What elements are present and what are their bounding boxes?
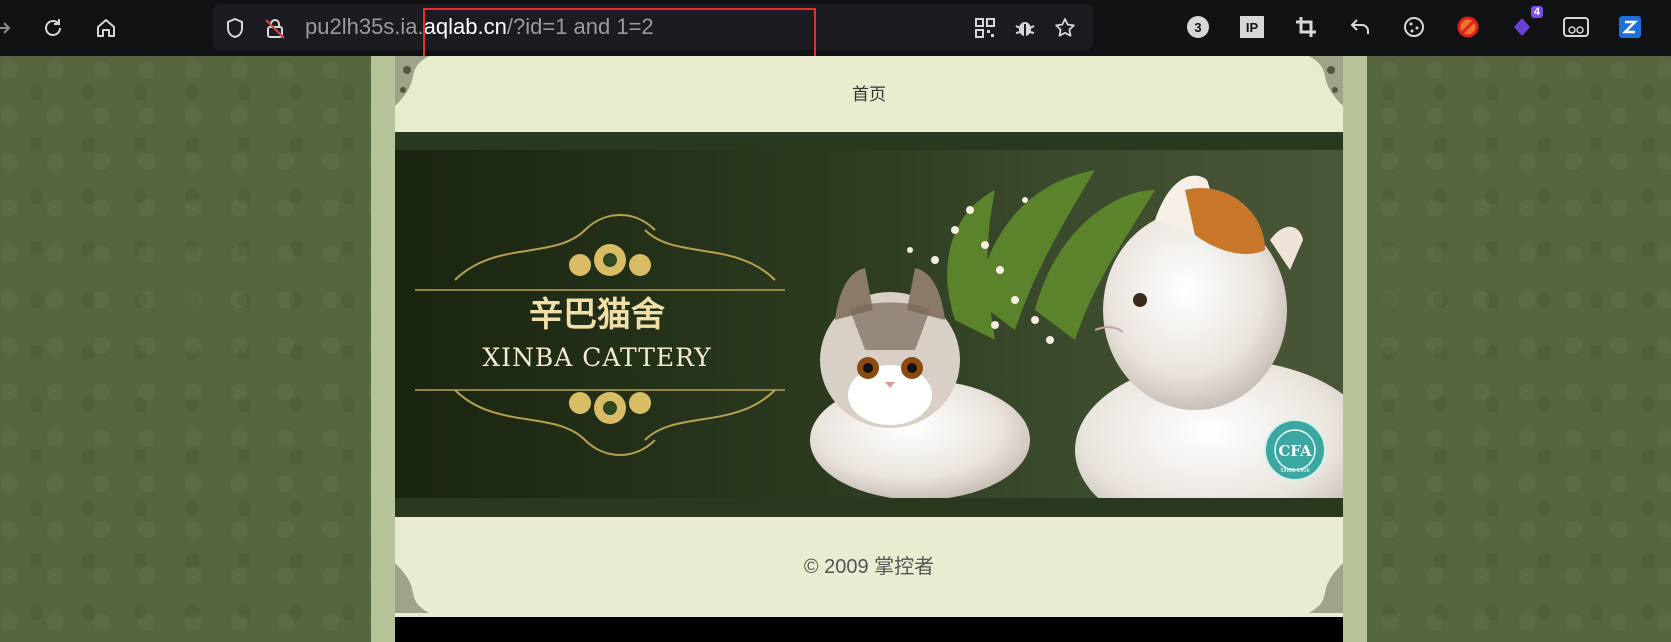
bug-icon[interactable] — [1013, 16, 1037, 40]
banner-title-cn: 辛巴猫舍 — [529, 295, 665, 335]
top-nav: 首页 — [395, 56, 1343, 132]
forward-icon[interactable] — [0, 12, 20, 44]
banner-image: CFA SINCE 1906 辛巴猫舍 XINBA CATTERY — [395, 150, 1343, 498]
cattery-banner-art: CFA SINCE 1906 辛巴猫舍 XINBA CATTERY — [415, 170, 1343, 498]
bottom-bar — [395, 617, 1343, 642]
reload-icon[interactable] — [37, 12, 69, 44]
insecure-lock-icon[interactable] — [263, 16, 287, 40]
url-highlight-box — [423, 8, 816, 62]
counter-badge-icon[interactable]: 3 — [1183, 12, 1213, 42]
ip-label: IP — [1240, 16, 1264, 38]
banner-title-en: XINBA CATTERY — [482, 343, 711, 372]
glasses-icon[interactable] — [1561, 12, 1591, 42]
cfa-seal-text: CFA — [1278, 442, 1312, 460]
qr-code-icon[interactable] — [973, 16, 997, 40]
cfa-seal-subtext: SINCE 1906 — [1280, 468, 1309, 474]
footer: © 2009 掌控者 — [395, 517, 1343, 613]
shield-icon[interactable] — [223, 16, 247, 40]
bookmark-star-icon[interactable] — [1053, 16, 1077, 40]
home-icon[interactable] — [90, 12, 122, 44]
z-extension-icon[interactable] — [1615, 12, 1645, 42]
notification-count: 4 — [1530, 6, 1543, 18]
url-prefix: pu2lh35s.ia. — [305, 14, 424, 39]
copyright-text: © 2009 掌控者 — [803, 556, 935, 578]
ip-extension-icon[interactable]: IP — [1237, 12, 1267, 42]
counter-badge: 3 — [1187, 16, 1209, 38]
blocked-extension-icon[interactable] — [1453, 12, 1483, 42]
cookie-icon[interactable] — [1399, 12, 1429, 42]
diamond-extension-icon[interactable]: 4 — [1507, 6, 1543, 42]
nav-home-link[interactable]: 首页 — [395, 80, 1343, 105]
crop-icon[interactable] — [1291, 12, 1321, 42]
undo-icon[interactable] — [1345, 12, 1375, 42]
browser-toolbar: pu2lh35s.ia.aqlab.cn/?id=1 and 1=2 3 IP … — [0, 0, 1671, 62]
